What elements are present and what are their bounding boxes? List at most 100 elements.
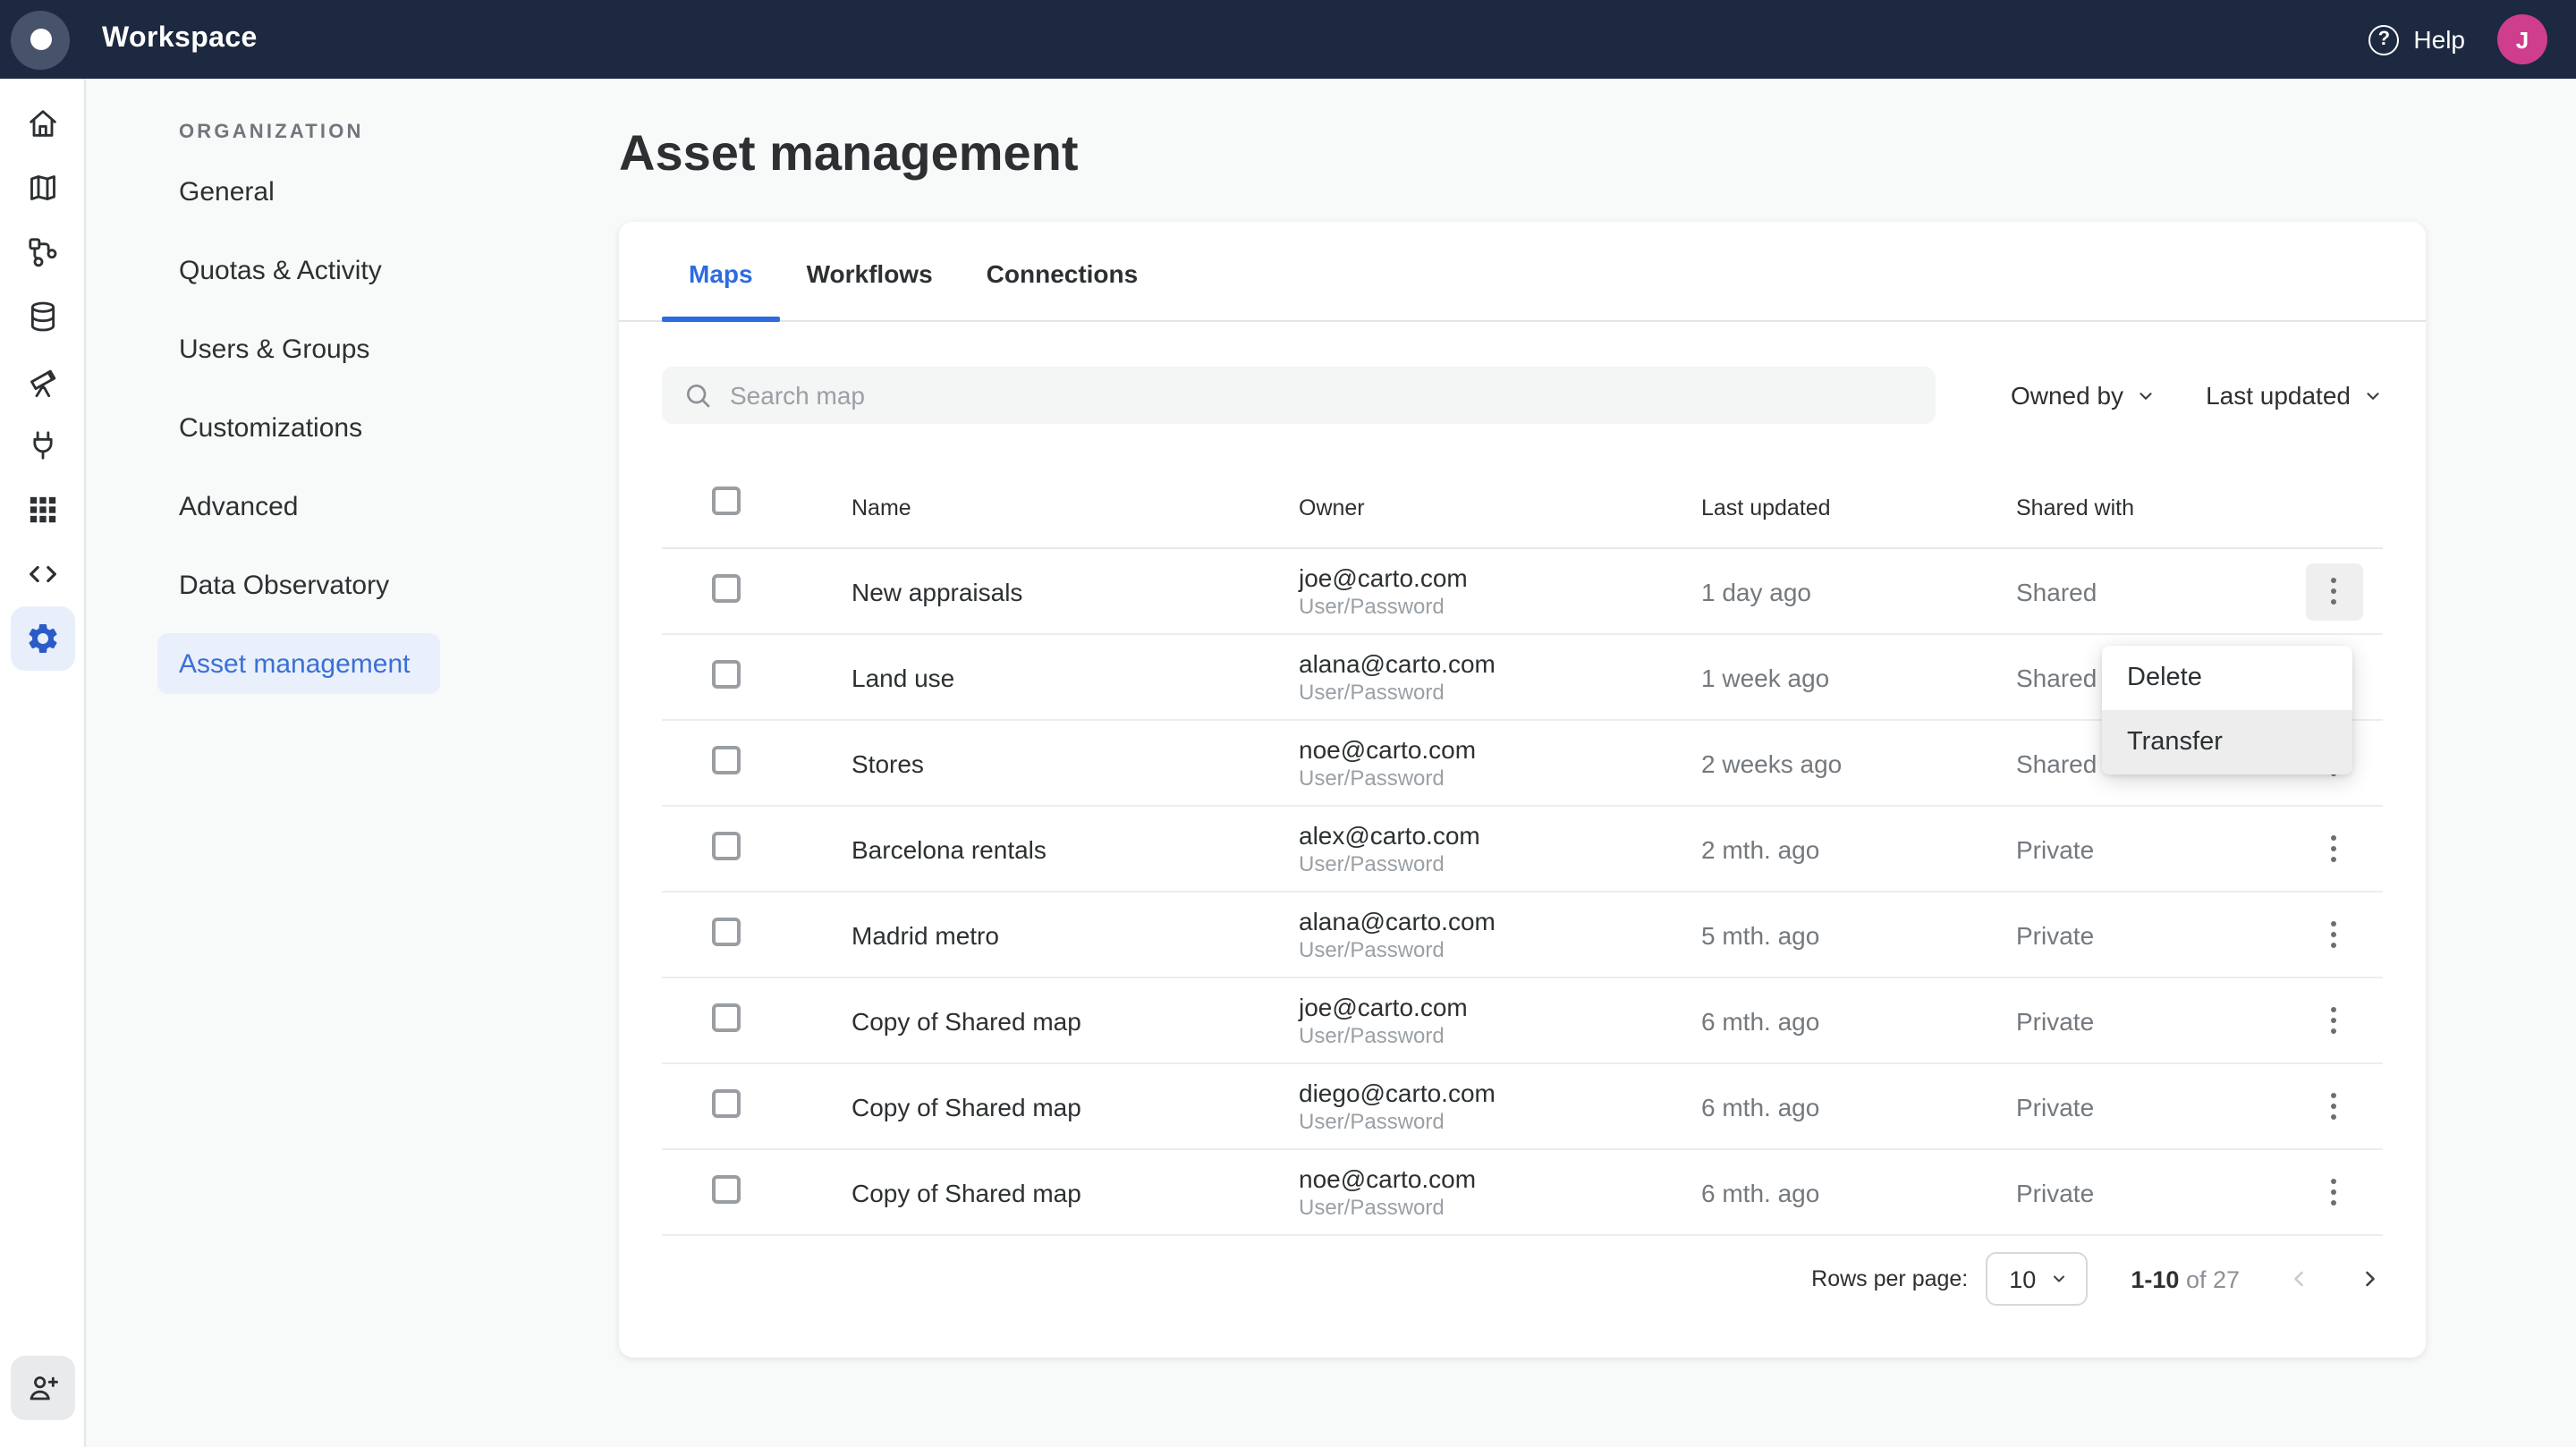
prev-page-button[interactable] xyxy=(2286,1266,2311,1291)
map-name: Barcelona rentals xyxy=(852,834,1299,863)
owner-email: alana@carto.com xyxy=(1299,648,1701,679)
connections-plug-icon xyxy=(24,427,60,463)
sidebar-item[interactable]: Users & Groups xyxy=(157,318,440,379)
owned-by-filter[interactable]: Owned by xyxy=(2011,381,2156,410)
rows-per-page-label: Rows per page: xyxy=(1811,1266,1968,1291)
row-checkbox-cell xyxy=(662,1175,852,1209)
settings-sidebar: ORGANIZATION General Quotas & Activity U… xyxy=(86,79,537,1447)
owner-cell: noe@carto.com User/Password xyxy=(1299,1164,1701,1221)
page-title: Asset management xyxy=(619,122,2576,186)
chevron-left-icon xyxy=(2286,1266,2311,1291)
sidebar-item[interactable]: Asset management xyxy=(157,633,440,694)
row-checkbox[interactable] xyxy=(712,832,741,860)
rows-per-page-select[interactable]: 10 xyxy=(1986,1252,2088,1306)
owned-by-label: Owned by xyxy=(2011,381,2123,410)
owner-email: alana@carto.com xyxy=(1299,906,1701,936)
map-name: Madrid metro xyxy=(852,920,1299,949)
row-context-menu: Delete Transfer xyxy=(2102,646,2352,774)
topbar-right: ? Help J xyxy=(2368,14,2547,64)
row-menu-button[interactable] xyxy=(2305,906,2362,963)
last-updated-label: Last updated xyxy=(2206,381,2351,410)
last-updated-value: 5 mth. ago xyxy=(1701,920,2016,949)
last-updated-value: 1 day ago xyxy=(1701,577,2016,605)
row-actions-cell xyxy=(2284,820,2383,877)
select-all-checkbox[interactable] xyxy=(712,487,741,515)
last-updated-value: 6 mth. ago xyxy=(1701,1006,2016,1035)
header-checkbox-cell xyxy=(662,487,852,520)
sidebar-item[interactable]: Customizations xyxy=(157,397,440,458)
next-page-button[interactable] xyxy=(2358,1266,2383,1291)
owner-auth-method: User/Password xyxy=(1299,936,1701,963)
rail-item-data-explorer[interactable] xyxy=(10,284,74,349)
owner-auth-method: User/Password xyxy=(1299,850,1701,877)
row-checkbox[interactable] xyxy=(712,574,741,603)
rail-item-developers[interactable] xyxy=(10,542,74,606)
row-actions-cell xyxy=(2284,906,2383,963)
row-menu-button[interactable] xyxy=(2305,1078,2362,1135)
context-menu-item[interactable]: Delete xyxy=(2102,646,2352,710)
row-checkbox[interactable] xyxy=(712,1003,741,1032)
last-updated-value: 2 mth. ago xyxy=(1701,834,2016,863)
shared-with-value: Private xyxy=(2016,1178,2284,1206)
help-button[interactable]: ? Help xyxy=(2368,24,2465,55)
carto-logo-icon[interactable] xyxy=(11,10,70,69)
rail-item-applications[interactable] xyxy=(10,478,74,542)
owner-auth-method: User/Password xyxy=(1299,1108,1701,1135)
rail-item-home[interactable] xyxy=(10,91,74,156)
owner-cell: alana@carto.com User/Password xyxy=(1299,906,1701,963)
invite-user-button[interactable] xyxy=(10,1356,74,1420)
map-name: Land use xyxy=(852,663,1299,691)
sidebar-item[interactable]: General xyxy=(157,161,440,222)
tab[interactable]: Connections xyxy=(960,222,1165,320)
rail-item-workflows[interactable] xyxy=(10,220,74,284)
row-checkbox[interactable] xyxy=(712,1089,741,1118)
person-add-icon xyxy=(24,1370,60,1406)
column-name: Name xyxy=(852,495,1299,520)
logo-dot xyxy=(30,29,51,50)
shared-with-value: Private xyxy=(2016,1092,2284,1121)
shell: ORGANIZATION General Quotas & Activity U… xyxy=(0,79,2576,1447)
last-updated-filter[interactable]: Last updated xyxy=(2206,381,2383,410)
context-menu-item[interactable]: Transfer xyxy=(2102,710,2352,774)
sidebar-item[interactable]: Quotas & Activity xyxy=(157,240,440,300)
page-range-current: 1-10 xyxy=(2131,1265,2179,1292)
tab[interactable]: Workflows xyxy=(780,222,960,320)
owner-cell: diego@carto.com User/Password xyxy=(1299,1078,1701,1135)
sidebar-item-label: General xyxy=(179,176,275,207)
row-checkbox[interactable] xyxy=(712,746,741,774)
row-checkbox[interactable] xyxy=(712,660,741,689)
sidebar-items: General Quotas & Activity Users & Groups… xyxy=(157,161,537,694)
row-checkbox[interactable] xyxy=(712,1175,741,1204)
row-menu-button[interactable] xyxy=(2305,563,2362,620)
search-map-field xyxy=(662,367,1936,424)
row-menu-button[interactable] xyxy=(2305,820,2362,877)
page-range-total: of 27 xyxy=(2186,1265,2240,1292)
help-circle-icon: ? xyxy=(2368,24,2399,55)
row-menu-button[interactable] xyxy=(2305,992,2362,1049)
owner-cell: alana@carto.com User/Password xyxy=(1299,648,1701,706)
icon-rail xyxy=(0,79,86,1447)
owner-email: alex@carto.com xyxy=(1299,820,1701,850)
data-observatory-telescope-icon xyxy=(24,363,60,399)
last-updated-value: 2 weeks ago xyxy=(1701,749,2016,777)
last-updated-value: 6 mth. ago xyxy=(1701,1178,2016,1206)
owner-auth-method: User/Password xyxy=(1299,1022,1701,1049)
rail-item-maps[interactable] xyxy=(10,156,74,220)
sidebar-item[interactable]: Data Observatory xyxy=(157,554,440,615)
sidebar-item[interactable]: Advanced xyxy=(157,476,440,537)
rail-item-data-observatory[interactable] xyxy=(10,349,74,413)
table-row: Copy of Shared map joe@carto.com User/Pa… xyxy=(662,978,2383,1064)
owner-cell: joe@carto.com User/Password xyxy=(1299,992,1701,1049)
table-row: Copy of Shared map noe@carto.com User/Pa… xyxy=(662,1150,2383,1236)
user-avatar[interactable]: J xyxy=(2497,14,2547,64)
row-checkbox[interactable] xyxy=(712,918,741,946)
search-input[interactable] xyxy=(726,379,1914,411)
owner-cell: noe@carto.com User/Password xyxy=(1299,734,1701,791)
map-name: Copy of Shared map xyxy=(852,1006,1299,1035)
tab[interactable]: Maps xyxy=(662,222,780,320)
map-name: Stores xyxy=(852,749,1299,777)
rail-item-connections[interactable] xyxy=(10,413,74,478)
rail-item-settings[interactable] xyxy=(10,606,74,671)
row-menu-button[interactable] xyxy=(2305,1164,2362,1221)
owner-email: diego@carto.com xyxy=(1299,1078,1701,1108)
